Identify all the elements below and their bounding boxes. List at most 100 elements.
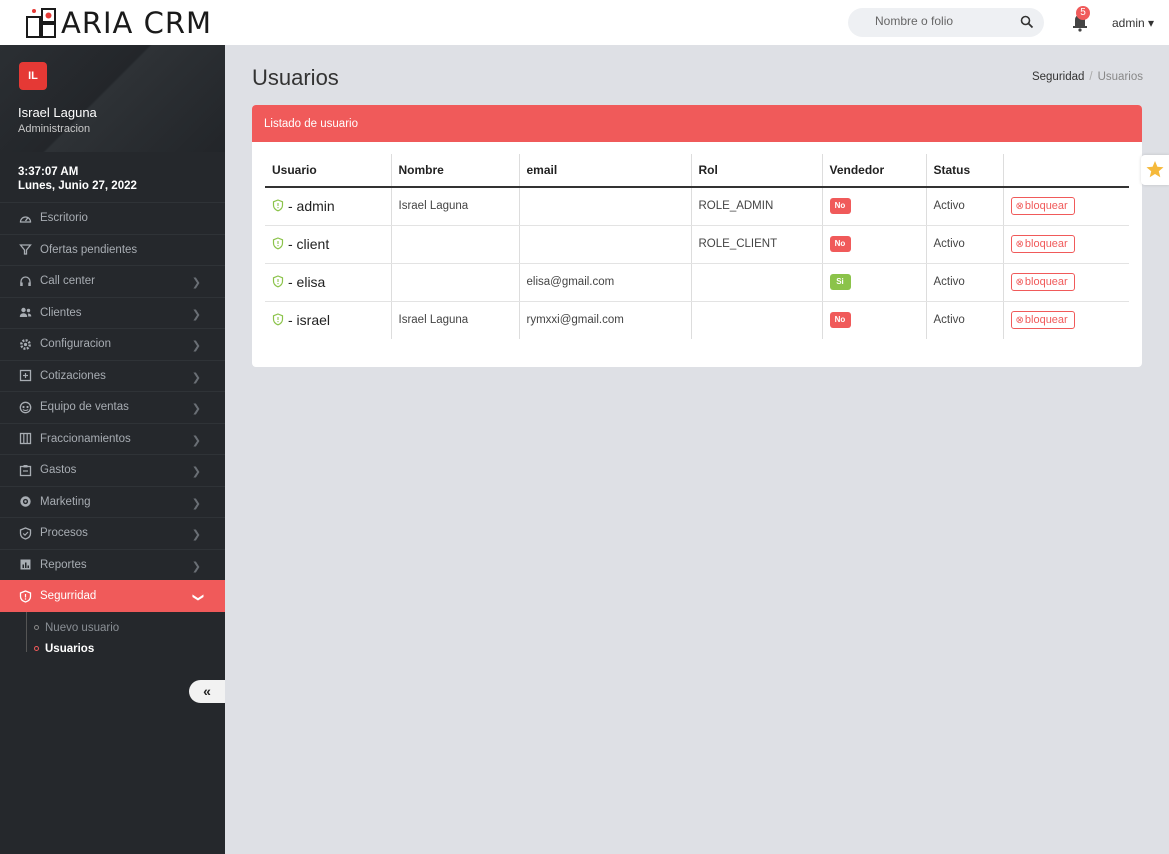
sidebar-subitem-nuevo-usuario[interactable]: Nuevo usuario [34, 622, 119, 634]
headset-icon [20, 276, 31, 286]
clock-date: Lunes, Junio 27, 2022 [18, 180, 137, 192]
sidebar-item-label: Fraccionamientos [40, 432, 131, 445]
logo-text: ARIA CRM [61, 6, 213, 40]
cell-status: Activo [926, 301, 1004, 339]
cell-rol [691, 263, 823, 302]
cell-nombre [391, 263, 520, 302]
sidebar-item-call-center[interactable]: Call center ❯ [0, 265, 225, 297]
chevron-right-icon: ❯ [191, 497, 201, 510]
breadcrumb-current: Usuarios [1097, 71, 1143, 83]
sidebar-item-escritorio[interactable]: Escritorio [0, 202, 225, 234]
app-logo[interactable]: ARIA CRM [25, 6, 213, 40]
column-header[interactable]: Usuario [265, 154, 392, 188]
sidebar-item-equipo-de-ventas[interactable]: Equipo de ventas ❯ [0, 391, 225, 423]
column-header[interactable]: email [519, 154, 692, 188]
username-text: - elisa [288, 274, 326, 290]
sidebar-item-segurridad[interactable]: Segurridad ❯ [0, 580, 225, 612]
chevron-down-icon: ❯ [191, 592, 204, 603]
chevron-right-icon: ❯ [191, 340, 201, 352]
card-title: Listado de usuario [252, 105, 1142, 142]
users-card: Listado de usuario Usuario Nombre email … [252, 105, 1142, 367]
search-icon[interactable] [1020, 15, 1034, 29]
cell-nombre: Israel Laguna [391, 187, 520, 226]
favorites-tab[interactable] [1141, 155, 1169, 185]
sidebar: IL Israel Laguna Administracion 3:37:07 … [0, 45, 225, 854]
sidebar-item-ofertas-pendientes[interactable]: Ofertas pendientes [0, 233, 225, 266]
circle-x-icon: ⊗ [1015, 277, 1024, 288]
sidebar-item-gastos[interactable]: Gastos ❯ [0, 454, 225, 486]
username[interactable]: - israel [272, 312, 330, 328]
avatar[interactable]: IL [19, 62, 47, 90]
table-row: - israel Israel Laguna rymxxi@gmail.com … [265, 301, 1129, 339]
cell-vendedor: No [822, 225, 927, 264]
column-header[interactable]: Nombre [391, 154, 520, 188]
user-profile-panel: IL Israel Laguna Administracion [0, 45, 225, 152]
cell-rol [691, 301, 823, 339]
column-header[interactable]: Status [926, 154, 1004, 188]
username-text: - israel [288, 312, 331, 329]
gear-icon [20, 338, 31, 350]
sidebar-item-label: Clientes [40, 306, 82, 319]
column-header[interactable]: Vendedor [822, 154, 927, 188]
block-user-button[interactable]: ⊗bloquear [1010, 235, 1075, 253]
notifications-button[interactable]: 5 [1068, 6, 1094, 34]
sidebar-item-reportes[interactable]: Reportes ❯ [0, 548, 225, 581]
bullet-icon [34, 624, 39, 630]
collapse-sidebar-button[interactable]: « [189, 680, 225, 703]
block-user-button[interactable]: ⊗bloquear [1010, 311, 1075, 330]
shield-icon [19, 590, 32, 603]
users-icon [19, 308, 32, 318]
cell-usuario: - admin [265, 187, 392, 226]
column-header[interactable]: Rol [691, 154, 823, 188]
profile-role: Administracion [18, 123, 91, 135]
cell-nombre: Israel Laguna [391, 301, 520, 339]
logo-icon [26, 8, 56, 38]
chevron-right-icon: ❯ [191, 277, 201, 289]
sidebar-subitem-label: Nuevo usuario [45, 621, 120, 634]
shield-check-icon [19, 527, 32, 540]
clock-panel: 3:37:07 AM Lunes, Junio 27, 2022 [0, 152, 225, 202]
sidebar-item-clientes[interactable]: Clientes ❯ [0, 296, 225, 329]
cell-action: ⊗bloquear [1003, 187, 1129, 226]
shield-icon [272, 237, 284, 250]
user-menu-dropdown[interactable]: admin ▾ [1112, 16, 1154, 30]
columns-icon [19, 433, 32, 445]
cell-email [519, 187, 692, 226]
cell-vendedor: No [822, 187, 927, 226]
sidebar-item-configuracion[interactable]: Configuracion ❯ [0, 328, 225, 360]
column-header [1003, 154, 1129, 188]
shield-icon [272, 313, 284, 326]
table-row: - admin Israel Laguna ROLE_ADMIN No Acti… [265, 187, 1129, 226]
block-user-button[interactable]: ⊗bloquear [1010, 197, 1075, 216]
sidebar-subitem-label: Usuarios [45, 642, 95, 655]
block-button-label: bloquear [1024, 200, 1068, 213]
cell-email: rymxxi@gmail.com [519, 301, 692, 339]
sidebar-item-label: Segurridad [40, 590, 97, 603]
sidebar-item-label: Configuracion [40, 338, 111, 351]
sidebar-item-cotizaciones[interactable]: Cotizaciones ❯ [0, 359, 225, 392]
username[interactable]: - client [272, 236, 329, 252]
search-box[interactable] [848, 8, 1044, 37]
sidebar-subitem-usuarios[interactable]: Usuarios [34, 643, 94, 655]
block-user-button[interactable]: ⊗bloquear [1010, 273, 1075, 291]
username[interactable]: - admin [272, 198, 335, 214]
breadcrumb-separator: / [1089, 71, 1093, 83]
sidebar-item-marketing[interactable]: Marketing ❯ [0, 485, 225, 518]
shield-icon [272, 199, 284, 212]
team-icon [19, 401, 32, 414]
chevron-right-icon: ❯ [191, 434, 201, 447]
username[interactable]: - elisa [272, 274, 325, 290]
sidebar-nav: Escritorio Ofertas pendientes Call cente… [0, 202, 225, 612]
document-icon [19, 370, 32, 382]
breadcrumb-link[interactable]: Seguridad [1032, 71, 1084, 83]
cell-status: Activo [926, 225, 1004, 264]
block-button-label: bloquear [1024, 238, 1068, 250]
block-button-label: bloquear [1024, 276, 1068, 288]
table-row: - elisa elisa@gmail.com Si Activo ⊗bloqu… [265, 263, 1129, 302]
cell-action: ⊗bloquear [1003, 301, 1129, 339]
cell-email [519, 225, 692, 264]
sidebar-item-fraccionamientos[interactable]: Fraccionamientos ❯ [0, 422, 225, 455]
cell-rol: ROLE_ADMIN [691, 187, 823, 226]
search-input[interactable] [875, 14, 1015, 28]
sidebar-item-procesos[interactable]: Procesos ❯ [0, 517, 225, 549]
